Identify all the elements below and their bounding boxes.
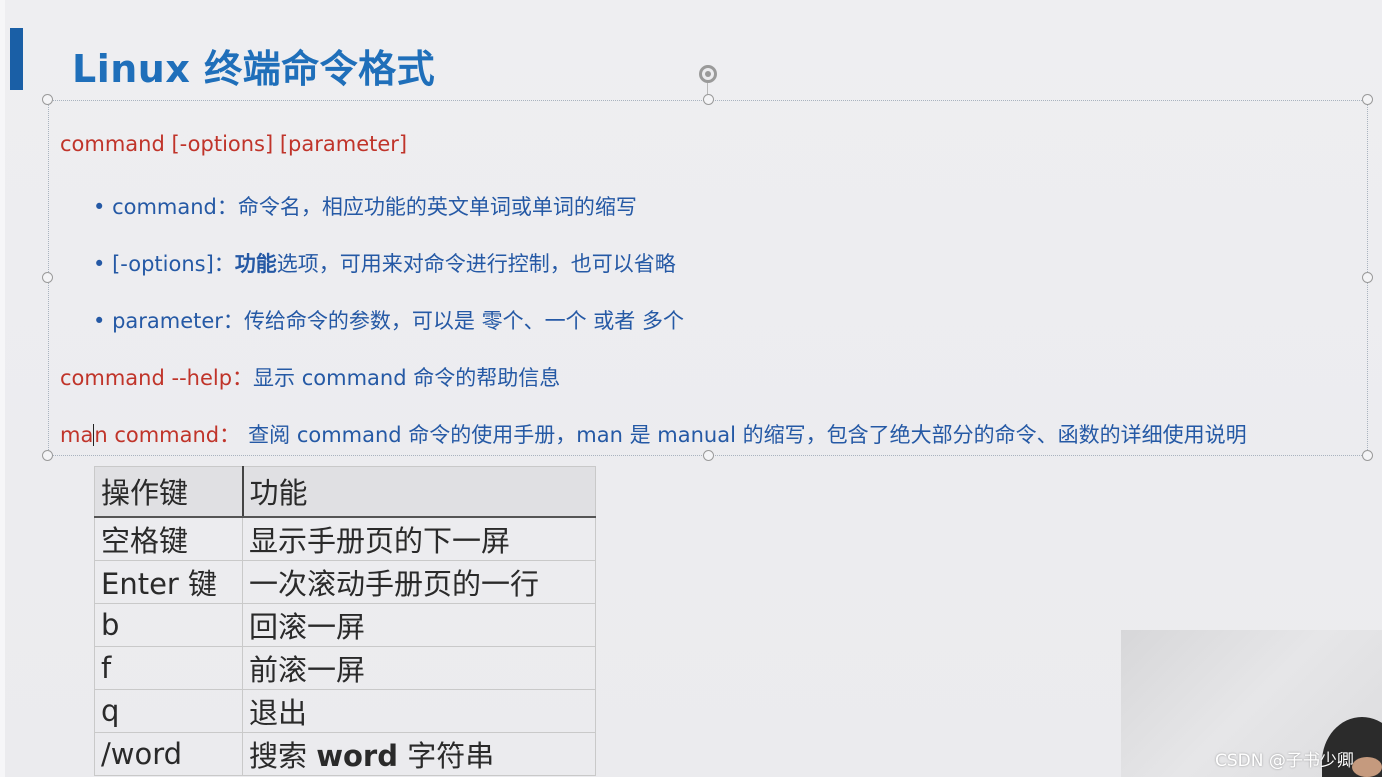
bullet-command: • command：命令名，相应功能的英文单词或单词的缩写 (93, 191, 637, 221)
slide-title: Linux 终端命令格式 (72, 47, 436, 91)
csdn-watermark: CSDN @子书少卿 (1215, 751, 1354, 771)
table-cell-key: b (94, 602, 243, 647)
table-row: f 前滚一屏 (94, 645, 596, 690)
table-row: Enter 键 一次滚动手册页的一行 (94, 559, 596, 604)
table-cell-key: 空格键 (94, 516, 243, 561)
table-cell-function: 前滚一屏 (242, 645, 596, 690)
resize-handle-top-right[interactable] (1362, 94, 1373, 105)
search-word: word (316, 738, 398, 773)
keys-table: 操作键 功能 空格键 显示手册页的下一屏 Enter 键 一次滚动手册页的一行 … (94, 466, 596, 776)
search-text-a: 搜索 (249, 738, 317, 773)
command-format-line: command [-options] [parameter] (60, 132, 407, 156)
command-format-text: command [-options] [parameter] (60, 132, 408, 156)
man-desc: 查阅 command 命令的使用手册，man 是 manual 的缩写，包含了绝… (248, 423, 1247, 447)
resize-handle-middle-left[interactable] (42, 272, 53, 283)
bullet-term: command： (112, 195, 238, 219)
selected-text-box[interactable]: command [-options] [parameter] • command… (42, 94, 1373, 461)
bullet-dot-icon: • (93, 309, 113, 333)
bullet-desc: 传给命令的参数，可以是 零个、一个 或者 多个 (243, 309, 684, 333)
help-desc: 显示 command 命令的帮助信息 (253, 366, 561, 390)
resize-handle-bottom-middle[interactable] (703, 450, 714, 461)
table-cell-function: 一次滚动手册页的一行 (242, 559, 596, 604)
bullet-options: • [-options]：功能选项，可用来对命令进行控制，也可以省略 (93, 248, 676, 278)
man-command-part-b: n command： (94, 423, 241, 447)
table-cell-function: 退出 (242, 688, 596, 733)
resize-handle-middle-right[interactable] (1362, 272, 1373, 283)
table-row: q 退出 (94, 688, 596, 733)
presenter-face (1352, 757, 1382, 777)
table-cell-function: 显示手册页的下一屏 (242, 516, 596, 561)
bullet-bold-prefix: 功能 (234, 252, 277, 276)
help-command: command --help： (60, 366, 254, 390)
bullet-dot-icon: • (93, 195, 113, 219)
table-cell-key: /word (94, 731, 243, 776)
resize-handle-top-middle[interactable] (703, 94, 714, 105)
man-line: man command： 查阅 command 命令的使用手册，man 是 man… (60, 419, 1247, 449)
table-cell-key: q (94, 688, 243, 733)
bullet-parameter: • parameter：传给命令的参数，可以是 零个、一个 或者 多个 (93, 305, 684, 335)
table-row: 空格键 显示手册页的下一屏 (94, 516, 596, 561)
table-header-row: 操作键 功能 (94, 466, 596, 518)
bullet-desc: 命令名，相应功能的英文单词或单词的缩写 (237, 195, 637, 219)
bullet-desc: 选项，可用来对命令进行控制，也可以省略 (276, 252, 676, 276)
resize-handle-bottom-left[interactable] (42, 450, 53, 461)
table-row: /word 搜索 word 字符串 (94, 731, 596, 776)
man-command-part-a: ma (60, 423, 94, 447)
rotate-handle-icon[interactable] (699, 65, 717, 83)
table-cell-key: Enter 键 (94, 559, 243, 604)
table-cell-function: 回滚一屏 (242, 602, 596, 647)
search-text-b: 字符串 (398, 738, 495, 773)
help-line: command --help：显示 command 命令的帮助信息 (60, 362, 560, 392)
table-cell-key: f (94, 645, 243, 690)
title-accent-bar (10, 28, 23, 90)
table-header-key: 操作键 (94, 466, 244, 518)
table-header-function: 功能 (242, 466, 596, 518)
resize-handle-top-left[interactable] (42, 94, 53, 105)
bullet-term: parameter： (112, 309, 244, 333)
bullet-term: [-options]： (112, 252, 235, 276)
slide-left-edge (0, 0, 5, 777)
slide: Linux 终端命令格式 command [-options] [paramet… (0, 0, 1382, 777)
resize-handle-bottom-right[interactable] (1362, 450, 1373, 461)
table-cell-function: 搜索 word 字符串 (242, 731, 596, 776)
bullet-dot-icon: • (93, 252, 113, 276)
table-row: b 回滚一屏 (94, 602, 596, 647)
